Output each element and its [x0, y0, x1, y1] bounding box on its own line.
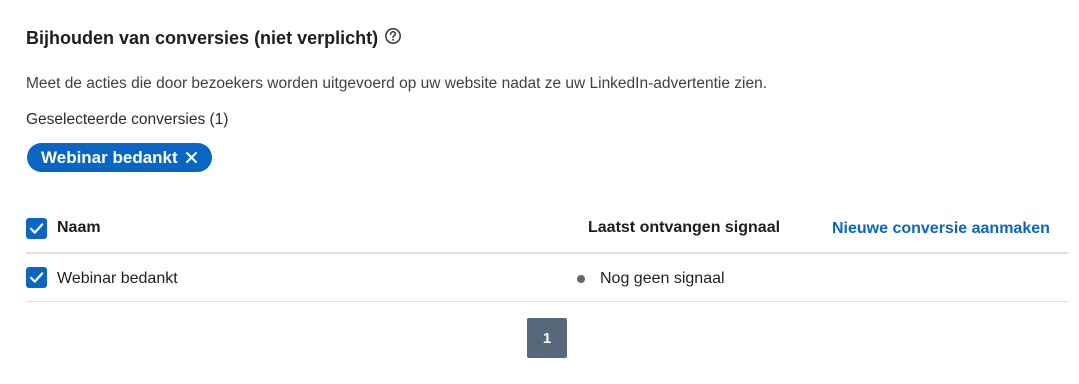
new-conversion-link[interactable]: Nieuwe conversie aanmaken: [832, 220, 1050, 238]
checkmark-icon: [29, 272, 44, 283]
selected-conversion-pill[interactable]: Webinar bedankt: [27, 143, 212, 172]
section-title: Bijhouden van conversies (niet verplicht…: [26, 27, 402, 49]
row-signal: Nog geen signaal: [577, 270, 725, 288]
column-header-name: Naam: [57, 219, 101, 236]
pill-label: Webinar bedankt: [41, 147, 178, 167]
section-description: Meet de acties die door bezoekers worden…: [26, 75, 768, 92]
row-checkbox[interactable]: [26, 267, 47, 288]
row-divider: [26, 301, 1068, 302]
column-header-last-signal: Laatst ontvangen signaal: [588, 219, 781, 236]
question-circle-icon[interactable]: [384, 27, 402, 45]
header-divider: [26, 252, 1068, 254]
selected-conversions-label: Geselecteerde conversies (1): [26, 111, 229, 128]
row-signal-text: Nog geen signaal: [600, 270, 725, 287]
table-row: Webinar bedankt Nog geen signaal: [26, 258, 1068, 302]
select-all-checkbox[interactable]: [26, 218, 47, 239]
row-name: Webinar bedankt: [57, 270, 178, 287]
checkmark-icon: [29, 223, 44, 234]
section-title-text: Bijhouden van conversies (niet verplicht…: [26, 28, 379, 48]
table-header: Naam Laatst ontvangen signaal Nieuwe con…: [26, 212, 1068, 252]
status-dot-icon: [577, 275, 585, 283]
pagination-page-button[interactable]: 1: [527, 318, 567, 358]
close-icon[interactable]: [185, 151, 198, 164]
